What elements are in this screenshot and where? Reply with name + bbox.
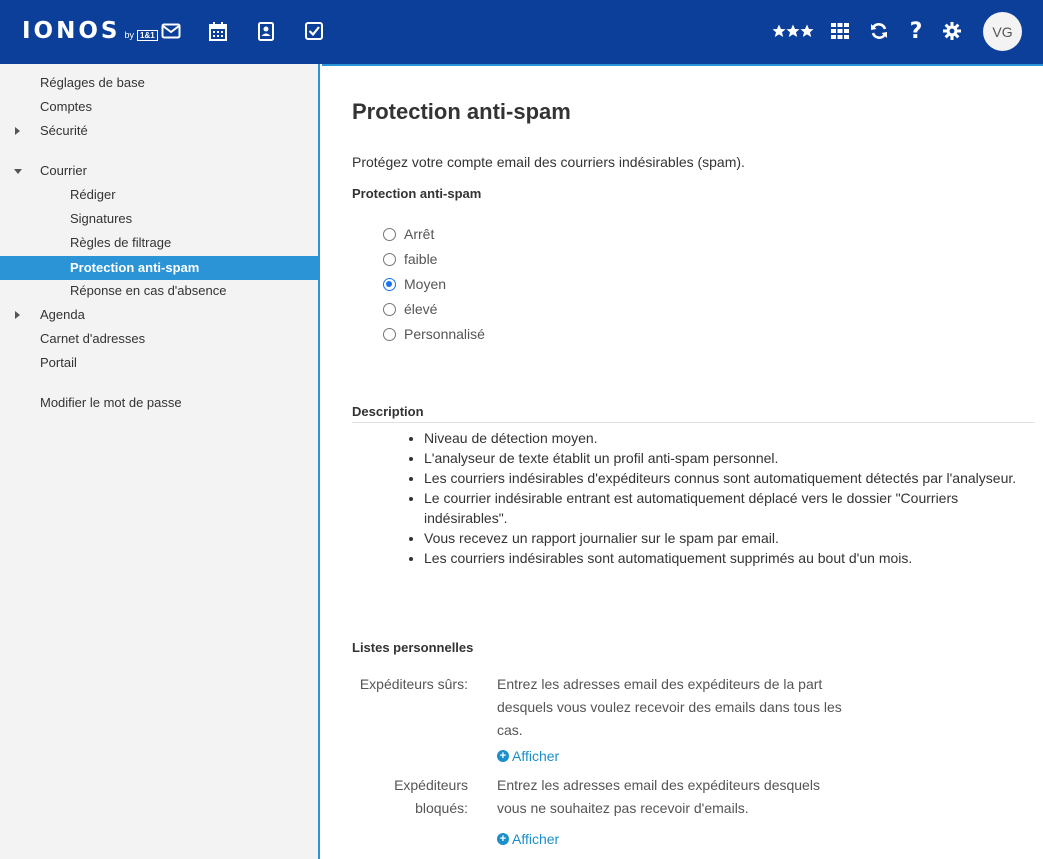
stars-icon[interactable]	[771, 20, 815, 42]
safe-senders-text: Entrez les adresses email des expéditeur…	[497, 676, 842, 738]
sidebar-item-filter-rules[interactable]: Règles de filtrage	[0, 231, 320, 255]
show-safe-senders-link[interactable]: + Afficher	[497, 748, 559, 764]
sidebar-item-compose[interactable]: Rédiger	[0, 183, 320, 207]
sidebar-item-label: Réponse en cas d'absence	[70, 283, 227, 298]
list-item: Le courrier indésirable entrant est auto…	[424, 488, 1034, 528]
link-label: Afficher	[512, 748, 560, 764]
radio-option-custom[interactable]: Personnalisé	[383, 324, 485, 344]
radio-button[interactable]	[383, 252, 396, 266]
settings-sidebar: Réglages de base Comptes Sécurité Courri…	[0, 64, 320, 859]
contacts-icon[interactable]	[255, 20, 277, 42]
page-title: Protection anti-spam	[352, 99, 571, 124]
caret-right-icon[interactable]	[15, 311, 20, 319]
safe-senders-label: Expéditeurs sûrs:	[359, 676, 468, 692]
sidebar-item-spam-protection[interactable]: Protection anti-spam	[0, 256, 319, 280]
blocked-senders-label: Expéditeurs bloqués:	[394, 777, 468, 816]
sidebar-item-signatures[interactable]: Signatures	[0, 207, 320, 231]
sidebar-item-label: Signatures	[70, 211, 133, 226]
list-item: L'analyseur de texte établit un profil a…	[424, 448, 1034, 468]
sidebar-item-label: Modifier le mot de passe	[40, 395, 182, 410]
show-blocked-senders-link[interactable]: + Afficher	[497, 831, 559, 847]
top-bar: IONOS by 1&1 ? VG	[0, 0, 1043, 64]
ionos-logo[interactable]: IONOS by 1&1	[22, 16, 158, 46]
radio-label: Moyen	[404, 276, 447, 292]
list-item: Les courriers indésirables d'expéditeurs…	[424, 468, 1034, 488]
sidebar-item-portal[interactable]: Portail	[0, 351, 320, 375]
blocked-senders-text: Entrez les adresses email des expéditeur…	[497, 777, 820, 816]
sidebar-item-auto-reply[interactable]: Réponse en cas d'absence	[0, 279, 320, 303]
help-icon[interactable]: ?	[905, 19, 927, 44]
radio-label: élevé	[404, 301, 438, 317]
apps-grid-icon[interactable]	[829, 20, 851, 42]
logo-brand-badge: 1&1	[137, 29, 158, 41]
radio-option-medium[interactable]: Moyen	[383, 274, 446, 294]
radio-button[interactable]	[383, 227, 396, 241]
intro-text: Protégez votre compte email des courrier…	[352, 154, 745, 170]
sidebar-item-security[interactable]: Sécurité	[0, 119, 320, 143]
sidebar-item-label: Réglages de base	[40, 75, 145, 90]
sidebar-item-label: Comptes	[40, 99, 93, 114]
sidebar-item-label: Rédiger	[70, 187, 116, 202]
sidebar-item-address-book[interactable]: Carnet d'adresses	[0, 327, 320, 351]
radio-button[interactable]	[383, 302, 396, 316]
radio-option-high[interactable]: élevé	[383, 299, 437, 319]
link-label: Afficher	[512, 831, 560, 847]
logo-by-text: by	[124, 30, 134, 40]
description-heading: Description	[352, 404, 424, 419]
radio-option-low[interactable]: faible	[383, 249, 437, 269]
personal-lists-heading: Listes personnelles	[352, 640, 474, 655]
sidebar-item-label: Portail	[40, 355, 77, 370]
divider	[352, 422, 1035, 423]
sidebar-item-label: Agenda	[40, 307, 85, 322]
main-content: Protection anti-spam Protégez votre comp…	[322, 64, 1043, 859]
radio-button-checked[interactable]	[383, 277, 396, 291]
sidebar-item-mail[interactable]: Courrier	[0, 159, 320, 183]
sidebar-item-accounts[interactable]: Comptes	[0, 95, 320, 119]
plus-circle-icon: +	[497, 833, 509, 845]
mail-icon[interactable]	[160, 20, 182, 42]
spam-protection-heading: Protection anti-spam	[352, 186, 482, 201]
user-avatar[interactable]: VG	[983, 12, 1022, 51]
refresh-icon[interactable]	[868, 20, 890, 42]
logo-text: IONOS	[22, 18, 121, 44]
tasks-icon[interactable]	[303, 20, 325, 42]
radio-label: faible	[404, 251, 438, 267]
calendar-icon[interactable]	[207, 20, 229, 42]
plus-circle-icon: +	[497, 750, 509, 762]
radio-button[interactable]	[383, 327, 396, 341]
list-item: Niveau de détection moyen.	[424, 428, 1034, 448]
sidebar-item-calendar[interactable]: Agenda	[0, 303, 320, 327]
list-item: Les courriers indésirables sont automati…	[424, 548, 1034, 568]
description-list: Niveau de détection moyen. L'analyseur d…	[424, 428, 1034, 568]
list-item: Vous recevez un rapport journalier sur l…	[424, 528, 1034, 548]
radio-label: Personnalisé	[404, 326, 485, 342]
sidebar-item-basic-settings[interactable]: Réglages de base	[0, 71, 320, 95]
divider	[322, 64, 1043, 66]
sidebar-item-change-password[interactable]: Modifier le mot de passe	[0, 391, 320, 415]
sidebar-item-label: Protection anti-spam	[70, 260, 200, 275]
radio-option-off[interactable]: Arrêt	[383, 224, 434, 244]
sidebar-item-label: Règles de filtrage	[70, 235, 172, 250]
gear-icon[interactable]	[941, 20, 963, 42]
sidebar-item-label: Carnet d'adresses	[40, 331, 146, 346]
caret-right-icon[interactable]	[15, 127, 20, 135]
radio-label: Arrêt	[404, 226, 435, 242]
caret-down-icon[interactable]	[14, 169, 22, 174]
sidebar-item-label: Courrier	[40, 163, 87, 178]
sidebar-item-label: Sécurité	[40, 123, 88, 138]
